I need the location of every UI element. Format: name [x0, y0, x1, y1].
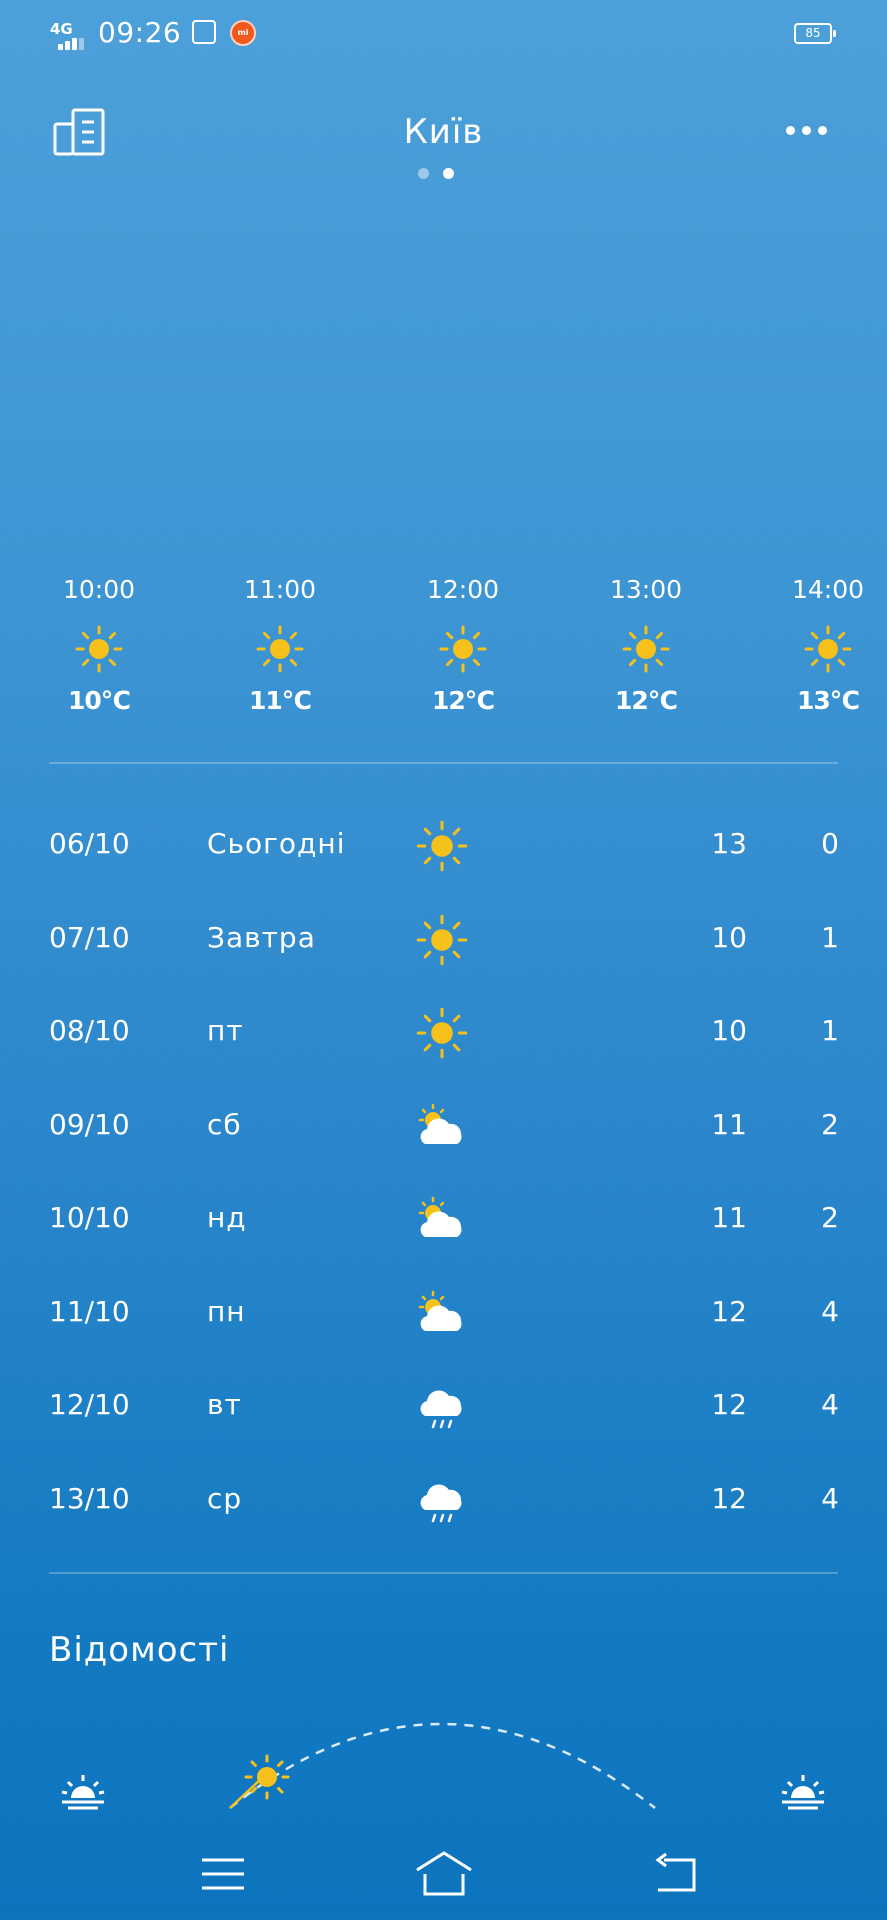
hourly-item: 12:00 12℃	[403, 575, 523, 715]
status-bar: 4G 09:26 mi 85	[0, 0, 887, 70]
sun-icon	[415, 1006, 469, 1060]
daily-row[interactable]: 10/10 нд 11 2	[0, 1189, 887, 1249]
signal-icon: 4G	[50, 20, 92, 50]
daily-date: 06/10	[49, 827, 130, 860]
status-time: 09:26	[98, 16, 182, 49]
daily-row[interactable]: 06/10 Сьогодні 13 0	[0, 815, 887, 875]
hourly-time: 12:00	[426, 575, 500, 604]
info-title: Відомості	[49, 1630, 230, 1670]
page-indicator	[418, 168, 472, 180]
daily-date: 09/10	[49, 1107, 130, 1141]
rain-icon	[415, 1380, 469, 1434]
divider	[49, 762, 838, 764]
mi-icon: mi	[230, 20, 256, 46]
daily-low: 4	[821, 1388, 839, 1421]
sun-icon	[438, 624, 488, 674]
hourly-temp: 10℃	[67, 686, 131, 715]
sun-icon	[415, 819, 469, 873]
sun-icon	[255, 624, 305, 674]
daily-low: 4	[821, 1481, 839, 1515]
daily-day: Сьогодні	[207, 827, 346, 860]
daily-day: пт	[207, 1014, 244, 1047]
daily-day: Завтра	[207, 920, 316, 954]
back-icon[interactable]	[652, 1852, 702, 1896]
hourly-temp: 11℃	[248, 686, 312, 715]
sun-icon	[621, 624, 671, 674]
page-dot-2	[443, 168, 454, 179]
battery-level: 85	[805, 26, 821, 40]
daily-high: 12	[711, 1388, 747, 1421]
hourly-temp: 12℃	[614, 686, 678, 715]
sun-icon	[803, 624, 853, 674]
daily-row[interactable]: 12/10 вт 12 4	[0, 1376, 887, 1436]
rain-icon	[415, 1474, 469, 1528]
daily-low: 2	[821, 1107, 839, 1141]
daily-low: 4	[821, 1294, 839, 1328]
hourly-item: 14:00 13℃	[768, 575, 887, 715]
daily-date: 07/10	[49, 920, 130, 954]
page-dot-1	[418, 168, 429, 179]
daily-high: 10	[711, 1014, 747, 1047]
partly-cloudy-icon	[415, 1100, 469, 1154]
daily-high: 10	[711, 920, 747, 954]
daily-high: 11	[711, 1201, 747, 1234]
daily-date: 08/10	[49, 1014, 130, 1047]
hourly-time: 10:00	[62, 575, 136, 604]
hourly-time: 14:00	[791, 575, 865, 604]
daily-high: 13	[711, 827, 747, 860]
hourly-time: 13:00	[609, 575, 683, 604]
daily-date: 10/10	[49, 1201, 130, 1234]
daily-row[interactable]: 07/10 Завтра 10 1	[0, 909, 887, 969]
hourly-time: 11:00	[243, 575, 317, 604]
daily-date: 11/10	[49, 1294, 130, 1328]
network-type: 4G	[50, 20, 73, 38]
daily-day: нд	[207, 1201, 247, 1234]
daily-day: вт	[207, 1388, 242, 1421]
hourly-item: 11:00 11℃	[220, 575, 340, 715]
menu-icon[interactable]	[200, 1854, 246, 1894]
more-options-icon[interactable]	[782, 118, 832, 142]
daily-row[interactable]: 11/10 пн 12 4	[0, 1283, 887, 1343]
hourly-item: 10:00 10℃	[39, 575, 159, 715]
partly-cloudy-icon	[415, 1193, 469, 1247]
battery-icon: 85	[794, 23, 836, 44]
daily-row[interactable]: 13/10 ср 12 4	[0, 1470, 887, 1530]
daily-day: пн	[207, 1294, 246, 1328]
current-sun-icon	[242, 1752, 292, 1802]
sun-path	[0, 1700, 887, 1820]
daily-high: 12	[711, 1294, 747, 1328]
daily-date: 12/10	[49, 1388, 130, 1421]
daily-low: 2	[821, 1201, 839, 1234]
city-title: Київ	[403, 112, 484, 152]
sunrise-icon	[60, 1772, 106, 1812]
daily-day: ср	[207, 1481, 243, 1515]
daily-high: 12	[711, 1481, 747, 1515]
daily-low: 1	[821, 920, 839, 954]
hourly-item: 13:00 12℃	[586, 575, 706, 715]
daily-low: 1	[821, 1014, 839, 1047]
daily-day: сб	[207, 1107, 242, 1141]
daily-high: 11	[711, 1107, 747, 1141]
notification-icon	[192, 20, 216, 44]
home-icon[interactable]	[414, 1848, 474, 1898]
divider	[49, 1572, 838, 1574]
daily-row[interactable]: 08/10 пт 10 1	[0, 1002, 887, 1062]
sun-icon	[74, 624, 124, 674]
sun-icon	[415, 913, 469, 967]
hourly-temp: 12℃	[431, 686, 495, 715]
sunset-icon	[780, 1772, 826, 1812]
daily-row[interactable]: 09/10 сб 11 2	[0, 1096, 887, 1156]
navigation-bar	[0, 1830, 887, 1910]
daily-date: 13/10	[49, 1481, 130, 1515]
partly-cloudy-icon	[415, 1287, 469, 1341]
daily-low: 0	[821, 827, 839, 860]
hourly-temp: 13℃	[796, 686, 860, 715]
